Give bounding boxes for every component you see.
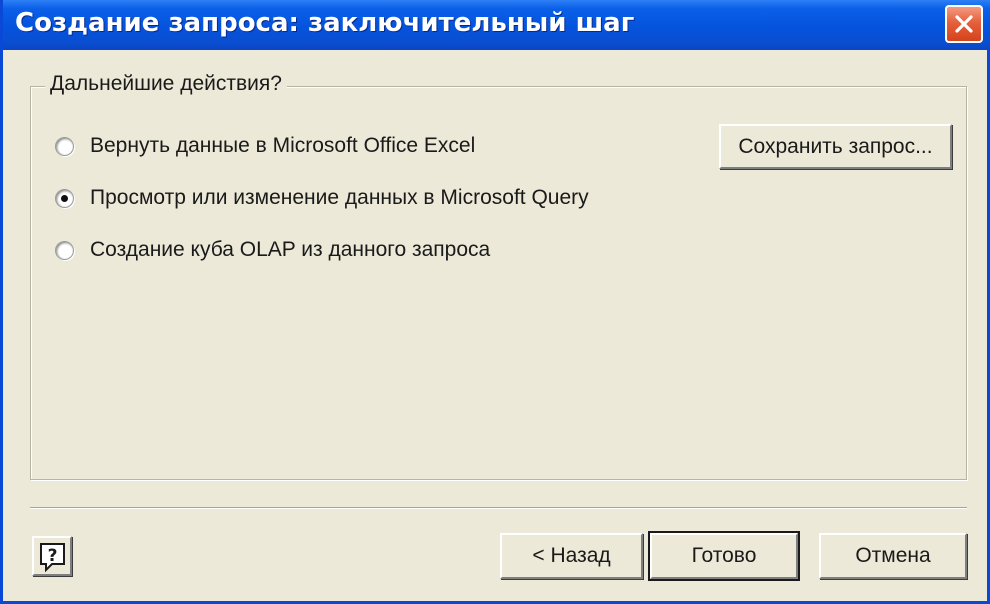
title-bar[interactable]: Создание запроса: заключительный шаг [3,0,990,50]
help-button[interactable]: ? [32,536,72,576]
radio-label[interactable]: Создание куба OLAP из данного запроса [90,238,490,262]
window-title: Создание запроса: заключительный шаг [15,8,635,38]
radio-create-olap-cube[interactable]: Создание куба OLAP из данного запроса [55,235,490,265]
back-label: < Назад [532,544,611,567]
radio-label[interactable]: Просмотр или изменение данных в Microsof… [90,186,589,210]
radio-view-edit-in-query[interactable]: Просмотр или изменение данных в Microsof… [55,183,589,213]
save-query-label: Сохранить запрос... [738,134,933,158]
help-question-icon: ? [40,543,65,573]
dialog-window: Создание запроса: заключительный шаг Дал… [0,0,990,604]
finish-label: Готово [691,544,757,567]
footer-separator [30,507,967,509]
groupbox-label: Дальнейшие действия? [45,72,287,96]
radio-button-selected[interactable] [55,188,74,208]
finish-button[interactable]: Готово [648,531,800,581]
close-x-icon [955,15,973,33]
radio-button[interactable] [55,240,74,260]
radio-label[interactable]: Вернуть данные в Microsoft Office Excel [90,134,475,158]
back-button[interactable]: < Назад [500,533,643,579]
close-button[interactable] [945,5,983,43]
svg-text:?: ? [48,546,58,566]
cancel-button[interactable]: Отмена [819,533,967,579]
radio-return-to-excel[interactable]: Вернуть данные в Microsoft Office Excel [55,131,475,161]
radio-button[interactable] [55,136,74,156]
save-query-button[interactable]: Сохранить запрос... [719,124,952,169]
cancel-label: Отмена [855,544,931,567]
